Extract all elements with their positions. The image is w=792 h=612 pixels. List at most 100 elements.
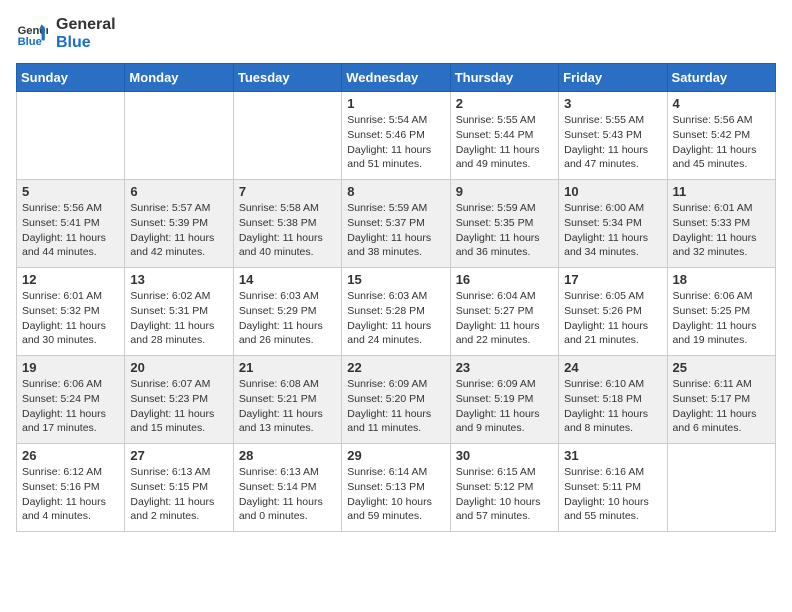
calendar-cell: 5Sunrise: 5:56 AMSunset: 5:41 PMDaylight… [17,180,125,268]
calendar-header-row: SundayMondayTuesdayWednesdayThursdayFrid… [17,64,776,92]
col-header-sunday: Sunday [17,64,125,92]
day-info: Sunrise: 6:07 AMSunset: 5:23 PMDaylight:… [130,377,227,436]
calendar-week-4: 26 Sunrise: 6:12 AMSunset: 5:16 PMDayligh… [17,444,776,532]
calendar-cell [125,92,233,180]
day-info: Sunrise: 6:09 AMSunset: 5:20 PMDaylight:… [347,377,444,436]
day-info: Sunrise: 6:16 AMSunset: 5:11 PMDaylight:… [564,465,661,524]
day-info: Sunrise: 6:09 AMSunset: 5:19 PMDaylight:… [456,377,553,436]
day-info: Sunrise: 6:14 AMSunset: 5:13 PMDaylight:… [347,465,444,524]
calendar-cell: 27 Sunrise: 6:13 AMSunset: 5:15 PMDayligh… [125,444,233,532]
calendar-cell: 21Sunrise: 6:08 AMSunset: 5:21 PMDayligh… [233,356,341,444]
logo-icon: General Blue [16,18,48,50]
day-info: Sunrise: 6:06 AMSunset: 5:24 PMDaylight:… [22,377,119,436]
day-number: 10 [564,184,661,199]
day-number: 15 [347,272,444,287]
calendar-cell: 10 Sunrise: 6:00 AMSunset: 5:34 PMDayligh… [559,180,667,268]
calendar-cell: 28 Sunrise: 6:13 AMSunset: 5:14 PMDayligh… [233,444,341,532]
day-number: 12 [22,272,119,287]
calendar-cell: 8Sunrise: 5:59 AMSunset: 5:37 PMDaylight… [342,180,450,268]
day-number: 14 [239,272,336,287]
calendar-cell: 3 Sunrise: 5:55 AMSunset: 5:43 PMDaylight… [559,92,667,180]
svg-text:Blue: Blue [18,36,42,48]
logo-blue: Blue [56,34,116,52]
day-number: 9 [456,184,553,199]
calendar-week-3: 19 Sunrise: 6:06 AMSunset: 5:24 PMDayligh… [17,356,776,444]
calendar-week-0: 1Sunrise: 5:54 AMSunset: 5:46 PMDaylight… [17,92,776,180]
day-number: 28 [239,448,336,463]
day-number: 26 [22,448,119,463]
col-header-friday: Friday [559,64,667,92]
calendar-cell: 23 Sunrise: 6:09 AMSunset: 5:19 PMDayligh… [450,356,558,444]
day-number: 27 [130,448,227,463]
calendar-week-1: 5Sunrise: 5:56 AMSunset: 5:41 PMDaylight… [17,180,776,268]
day-number: 29 [347,448,444,463]
calendar-cell: 2 Sunrise: 5:55 AMSunset: 5:44 PMDaylight… [450,92,558,180]
day-info: Sunrise: 6:11 AMSunset: 5:17 PMDaylight:… [673,377,770,436]
day-number: 24 [564,360,661,375]
day-number: 30 [456,448,553,463]
calendar-cell: 26 Sunrise: 6:12 AMSunset: 5:16 PMDayligh… [17,444,125,532]
day-info: Sunrise: 6:00 AMSunset: 5:34 PMDaylight:… [564,201,661,260]
day-number: 1 [347,96,444,111]
day-number: 13 [130,272,227,287]
day-info: Sunrise: 6:01 AMSunset: 5:32 PMDaylight:… [22,289,119,348]
calendar-cell [667,444,775,532]
day-number: 25 [673,360,770,375]
calendar-cell: 29 Sunrise: 6:14 AMSunset: 5:13 PMDayligh… [342,444,450,532]
calendar-cell [17,92,125,180]
day-number: 22 [347,360,444,375]
day-info: Sunrise: 5:59 AMSunset: 5:35 PMDaylight:… [456,201,553,260]
calendar-cell: 6 Sunrise: 5:57 AMSunset: 5:39 PMDaylight… [125,180,233,268]
calendar-cell: 1Sunrise: 5:54 AMSunset: 5:46 PMDaylight… [342,92,450,180]
calendar-cell: 12 Sunrise: 6:01 AMSunset: 5:32 PMDayligh… [17,268,125,356]
col-header-thursday: Thursday [450,64,558,92]
day-info: Sunrise: 6:12 AMSunset: 5:16 PMDaylight:… [22,465,119,524]
col-header-saturday: Saturday [667,64,775,92]
day-info: Sunrise: 6:15 AMSunset: 5:12 PMDaylight:… [456,465,553,524]
day-number: 4 [673,96,770,111]
calendar-cell: 18Sunrise: 6:06 AMSunset: 5:25 PMDayligh… [667,268,775,356]
col-header-tuesday: Tuesday [233,64,341,92]
day-info: Sunrise: 5:58 AMSunset: 5:38 PMDaylight:… [239,201,336,260]
day-info: Sunrise: 5:59 AMSunset: 5:37 PMDaylight:… [347,201,444,260]
calendar-week-2: 12 Sunrise: 6:01 AMSunset: 5:32 PMDayligh… [17,268,776,356]
day-number: 11 [673,184,770,199]
calendar-cell: 7 Sunrise: 5:58 AMSunset: 5:38 PMDaylight… [233,180,341,268]
calendar-cell: 20 Sunrise: 6:07 AMSunset: 5:23 PMDayligh… [125,356,233,444]
day-info: Sunrise: 6:06 AMSunset: 5:25 PMDaylight:… [673,289,770,348]
day-info: Sunrise: 5:55 AMSunset: 5:43 PMDaylight:… [564,113,661,172]
day-info: Sunrise: 5:55 AMSunset: 5:44 PMDaylight:… [456,113,553,172]
day-number: 2 [456,96,553,111]
day-info: Sunrise: 6:01 AMSunset: 5:33 PMDaylight:… [673,201,770,260]
day-number: 20 [130,360,227,375]
day-info: Sunrise: 6:13 AMSunset: 5:14 PMDaylight:… [239,465,336,524]
day-number: 6 [130,184,227,199]
day-info: Sunrise: 6:03 AMSunset: 5:28 PMDaylight:… [347,289,444,348]
calendar-cell: 25 Sunrise: 6:11 AMSunset: 5:17 PMDayligh… [667,356,775,444]
day-number: 23 [456,360,553,375]
calendar-cell: 11 Sunrise: 6:01 AMSunset: 5:33 PMDayligh… [667,180,775,268]
day-info: Sunrise: 5:56 AMSunset: 5:41 PMDaylight:… [22,201,119,260]
day-number: 31 [564,448,661,463]
col-header-monday: Monday [125,64,233,92]
logo: General Blue General Blue [16,16,116,51]
calendar-cell: 24 Sunrise: 6:10 AMSunset: 5:18 PMDayligh… [559,356,667,444]
calendar-cell: 13 Sunrise: 6:02 AMSunset: 5:31 PMDayligh… [125,268,233,356]
day-number: 7 [239,184,336,199]
day-number: 17 [564,272,661,287]
col-header-wednesday: Wednesday [342,64,450,92]
day-number: 19 [22,360,119,375]
day-info: Sunrise: 6:03 AMSunset: 5:29 PMDaylight:… [239,289,336,348]
day-number: 21 [239,360,336,375]
calendar-cell [233,92,341,180]
calendar-cell: 17 Sunrise: 6:05 AMSunset: 5:26 PMDayligh… [559,268,667,356]
day-info: Sunrise: 6:10 AMSunset: 5:18 PMDaylight:… [564,377,661,436]
calendar-cell: 16Sunrise: 6:04 AMSunset: 5:27 PMDayligh… [450,268,558,356]
day-info: Sunrise: 6:05 AMSunset: 5:26 PMDaylight:… [564,289,661,348]
calendar-cell: 15 Sunrise: 6:03 AMSunset: 5:28 PMDayligh… [342,268,450,356]
page-header: General Blue General Blue [16,16,776,51]
day-number: 3 [564,96,661,111]
day-info: Sunrise: 6:02 AMSunset: 5:31 PMDaylight:… [130,289,227,348]
day-info: Sunrise: 6:13 AMSunset: 5:15 PMDaylight:… [130,465,227,524]
day-info: Sunrise: 5:57 AMSunset: 5:39 PMDaylight:… [130,201,227,260]
